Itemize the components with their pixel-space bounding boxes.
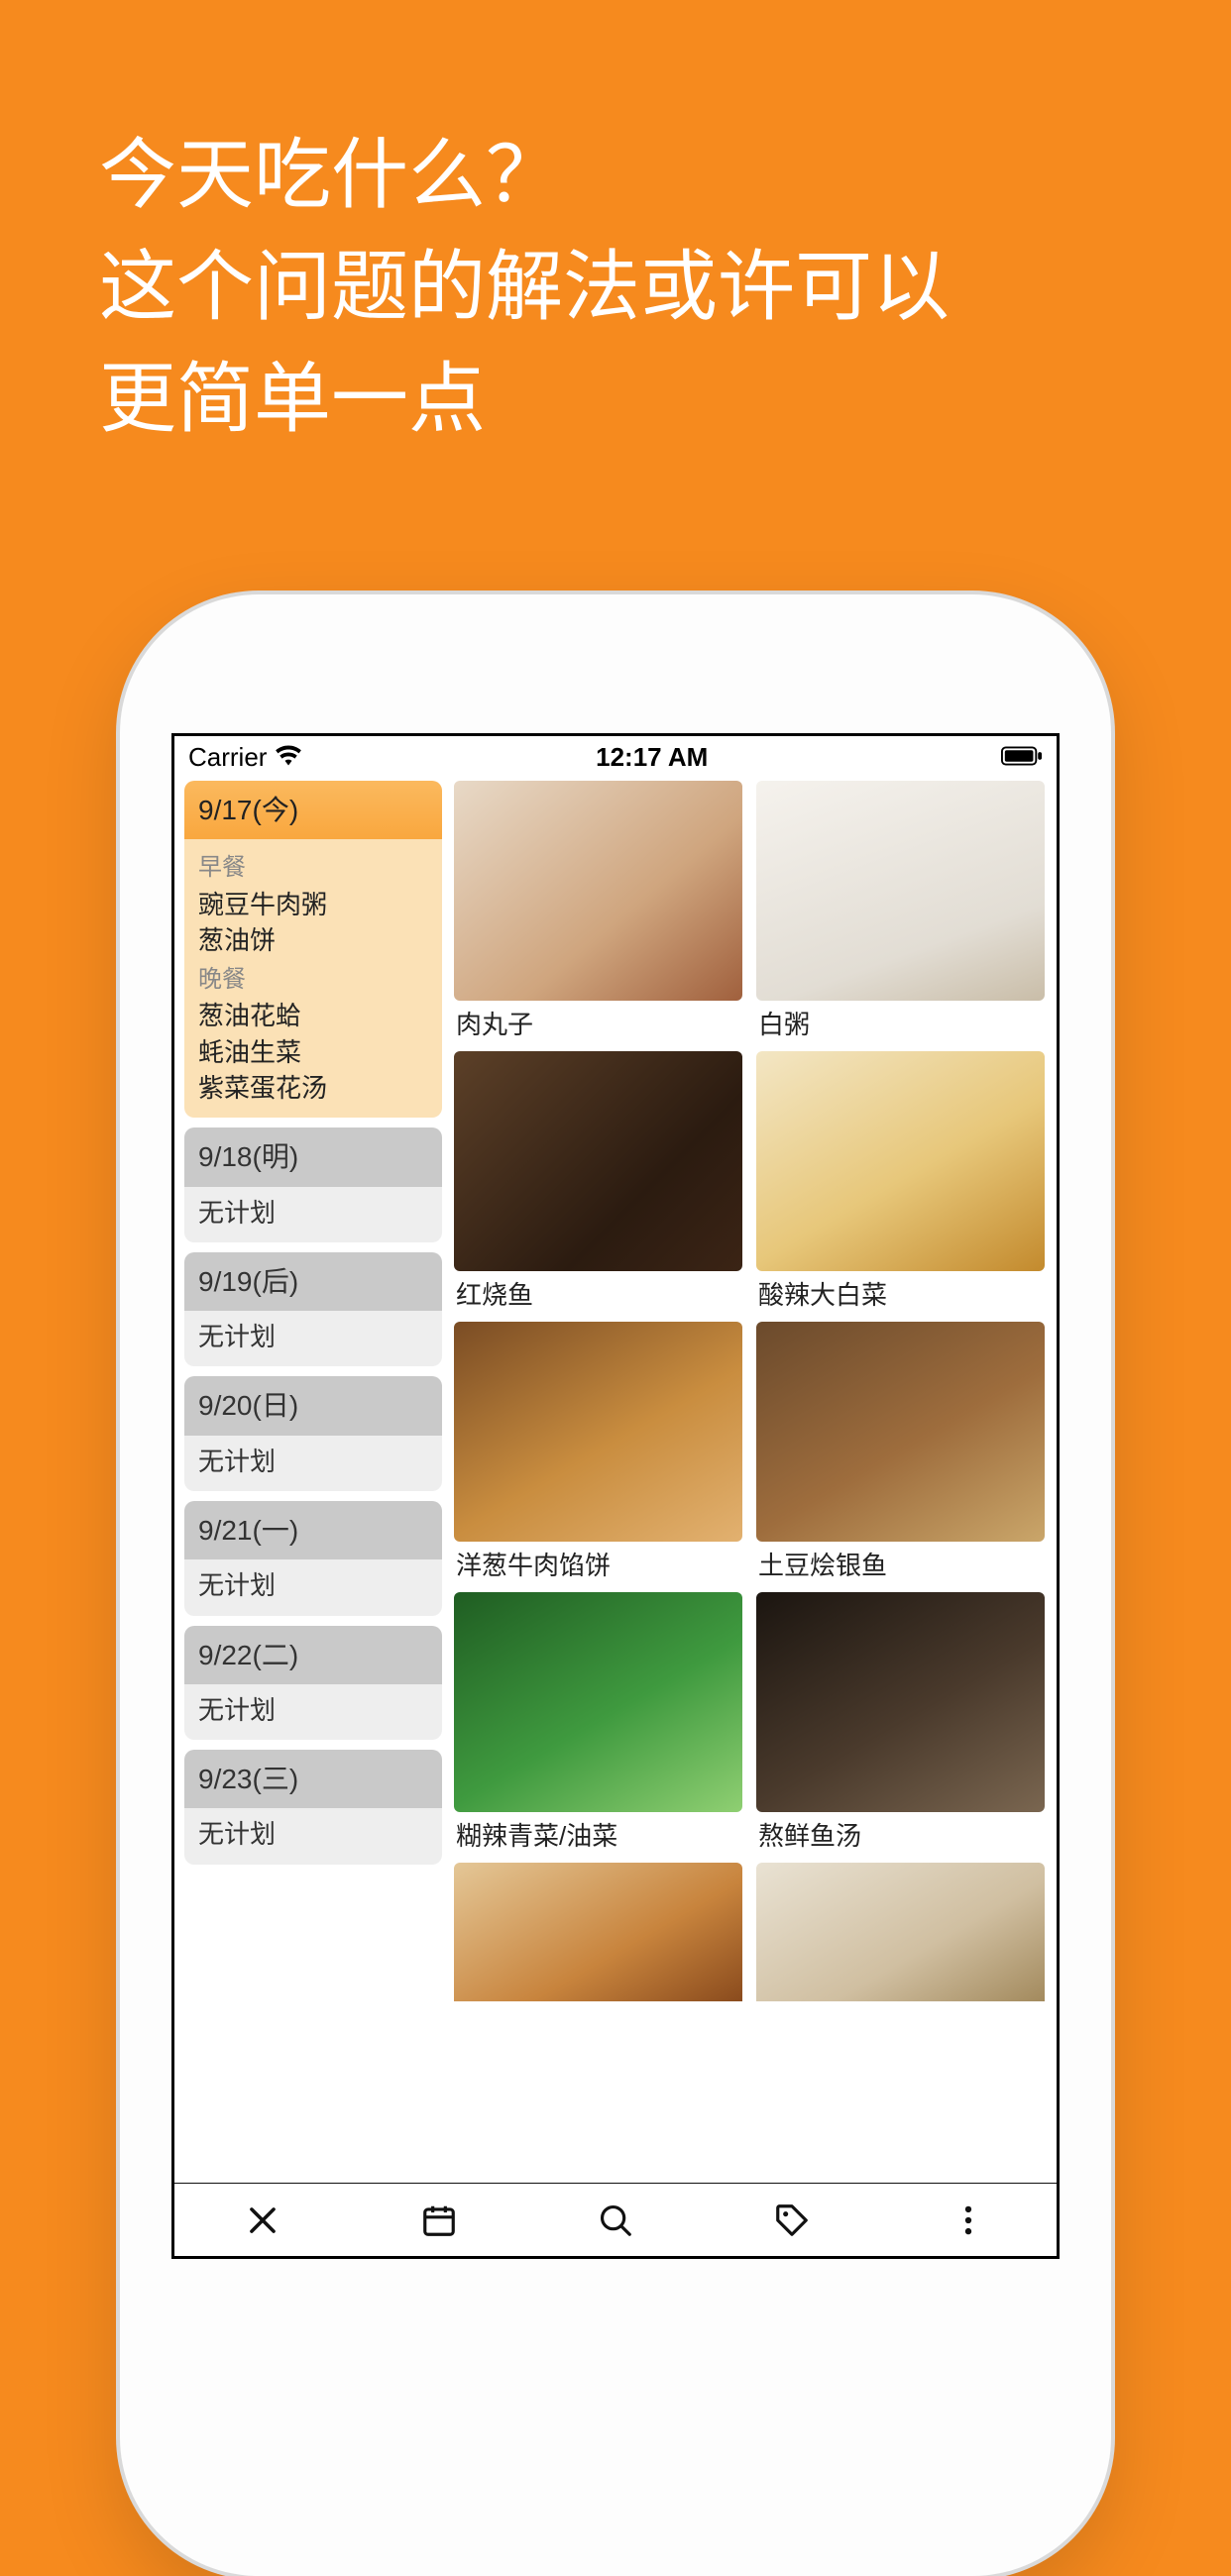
day-card-3[interactable]: 9/20(日) 无计划: [184, 1376, 442, 1491]
dish-name: 白粥: [756, 1005, 1045, 1041]
no-plan-label: 无计划: [198, 1567, 428, 1603]
meal-item: 紫菜蛋花汤: [198, 1070, 428, 1106]
day-sidebar[interactable]: 9/17(今)早餐豌豆牛肉粥葱油饼晚餐葱油花蛤蚝油生菜紫菜蛋花汤9/18(明)无…: [184, 781, 442, 2183]
dish-image: [756, 1051, 1045, 1271]
battery-icon: [1001, 742, 1043, 773]
dish-image: [454, 1051, 742, 1271]
status-time: 12:17 AM: [596, 742, 708, 773]
no-plan-label: 无计划: [198, 1444, 428, 1479]
dish-image: [756, 781, 1045, 1001]
meal-item: 豌豆牛肉粥: [198, 887, 428, 922]
day-body: 早餐豌豆牛肉粥葱油饼晚餐葱油花蛤蚝油生菜紫菜蛋花汤: [184, 839, 442, 1118]
dish-card[interactable]: 糊辣青菜/油菜: [454, 1592, 742, 1853]
dish-name: 糊辣青菜/油菜: [454, 1816, 742, 1853]
day-date: 9/18(明): [184, 1127, 442, 1186]
day-date: 9/22(二): [184, 1626, 442, 1684]
no-plan-label: 无计划: [198, 1816, 428, 1852]
dish-name: 红烧鱼: [454, 1275, 742, 1312]
day-body: 无计划: [184, 1436, 442, 1491]
day-card-6[interactable]: 9/23(三) 无计划: [184, 1750, 442, 1865]
dish-card[interactable]: 酸辣大白菜: [756, 1051, 1045, 1312]
day-date: 9/21(一): [184, 1501, 442, 1559]
hero-text: 今天吃什么？ 这个问题的解法或许可以 更简单一点: [0, 0, 1231, 455]
dish-image: [756, 1592, 1045, 1812]
dish-image: [756, 1322, 1045, 1542]
carrier-label: Carrier: [188, 742, 267, 773]
meal-item: 葱油饼: [198, 922, 428, 958]
dish-name: 熬鲜鱼汤: [756, 1816, 1045, 1853]
wifi-icon: [275, 742, 302, 773]
day-card-1[interactable]: 9/18(明) 无计划: [184, 1127, 442, 1242]
hero-line2: 这个问题的解法或许可以: [99, 231, 1142, 343]
day-card-2[interactable]: 9/19(后) 无计划: [184, 1252, 442, 1367]
meal-label: 早餐: [198, 851, 428, 885]
day-card-5[interactable]: 9/22(二) 无计划: [184, 1626, 442, 1741]
dish-image: [454, 1322, 742, 1542]
day-body: 无计划: [184, 1684, 442, 1740]
day-body: 无计划: [184, 1311, 442, 1366]
meal-item: 蚝油生菜: [198, 1034, 428, 1070]
hero-line1: 今天吃什么？: [99, 119, 1142, 231]
dish-image: [454, 1592, 742, 1812]
dish-card[interactable]: 洋葱牛肉馅饼: [454, 1322, 742, 1582]
meal-label: 晚餐: [198, 963, 428, 997]
day-date: 9/17(今): [184, 781, 442, 839]
status-bar: Carrier 12:17 AM: [174, 736, 1057, 779]
dish-name: 洋葱牛肉馅饼: [454, 1546, 742, 1582]
meal-item: 葱油花蛤: [198, 998, 428, 1033]
main-content: 9/17(今)早餐豌豆牛肉粥葱油饼晚餐葱油花蛤蚝油生菜紫菜蛋花汤9/18(明)无…: [174, 779, 1057, 2183]
dish-card[interactable]: 肉丸子: [454, 781, 742, 1041]
dish-card[interactable]: 熬鲜鱼汤: [756, 1592, 1045, 1853]
dish-name: 酸辣大白菜: [756, 1275, 1045, 1312]
dish-image: [756, 1863, 1045, 2001]
day-card-0[interactable]: 9/17(今)早餐豌豆牛肉粥葱油饼晚餐葱油花蛤蚝油生菜紫菜蛋花汤: [184, 781, 442, 1118]
dish-name: 肉丸子: [454, 1005, 742, 1041]
day-body: 无计划: [184, 1808, 442, 1864]
day-date: 9/19(后): [184, 1252, 442, 1311]
dish-image: [454, 781, 742, 1001]
day-body: 无计划: [184, 1187, 442, 1242]
tab-close[interactable]: [174, 2201, 351, 2239]
dish-image: [454, 1863, 742, 2001]
dish-card[interactable]: [756, 1863, 1045, 2001]
dish-name: 土豆烩银鱼: [756, 1546, 1045, 1582]
tab-more[interactable]: [880, 2201, 1057, 2239]
day-date: 9/20(日): [184, 1376, 442, 1435]
dish-card[interactable]: 白粥: [756, 781, 1045, 1041]
day-body: 无计划: [184, 1559, 442, 1615]
day-date: 9/23(三): [184, 1750, 442, 1808]
tab-search[interactable]: [527, 2201, 704, 2239]
dish-card[interactable]: 土豆烩银鱼: [756, 1322, 1045, 1582]
no-plan-label: 无计划: [198, 1319, 428, 1354]
tab-bar: [174, 2183, 1057, 2256]
phone-screen: Carrier 12:17 AM 9/17(今)早餐豌豆牛肉粥葱油饼晚餐葱油花蛤…: [171, 733, 1060, 2259]
no-plan-label: 无计划: [198, 1692, 428, 1728]
dish-card[interactable]: 红烧鱼: [454, 1051, 742, 1312]
dish-grid[interactable]: 肉丸子白粥红烧鱼酸辣大白菜洋葱牛肉馅饼土豆烩银鱼糊辣青菜/油菜熬鲜鱼汤: [454, 781, 1047, 2183]
status-left: Carrier: [188, 742, 302, 773]
no-plan-label: 无计划: [198, 1195, 428, 1231]
hero-line3: 更简单一点: [99, 343, 1142, 455]
day-card-4[interactable]: 9/21(一) 无计划: [184, 1501, 442, 1616]
tab-calendar[interactable]: [351, 2201, 527, 2239]
phone-frame: Carrier 12:17 AM 9/17(今)早餐豌豆牛肉粥葱油饼晚餐葱油花蛤…: [120, 594, 1111, 2576]
tab-tags[interactable]: [704, 2201, 880, 2239]
dish-card[interactable]: [454, 1863, 742, 2001]
